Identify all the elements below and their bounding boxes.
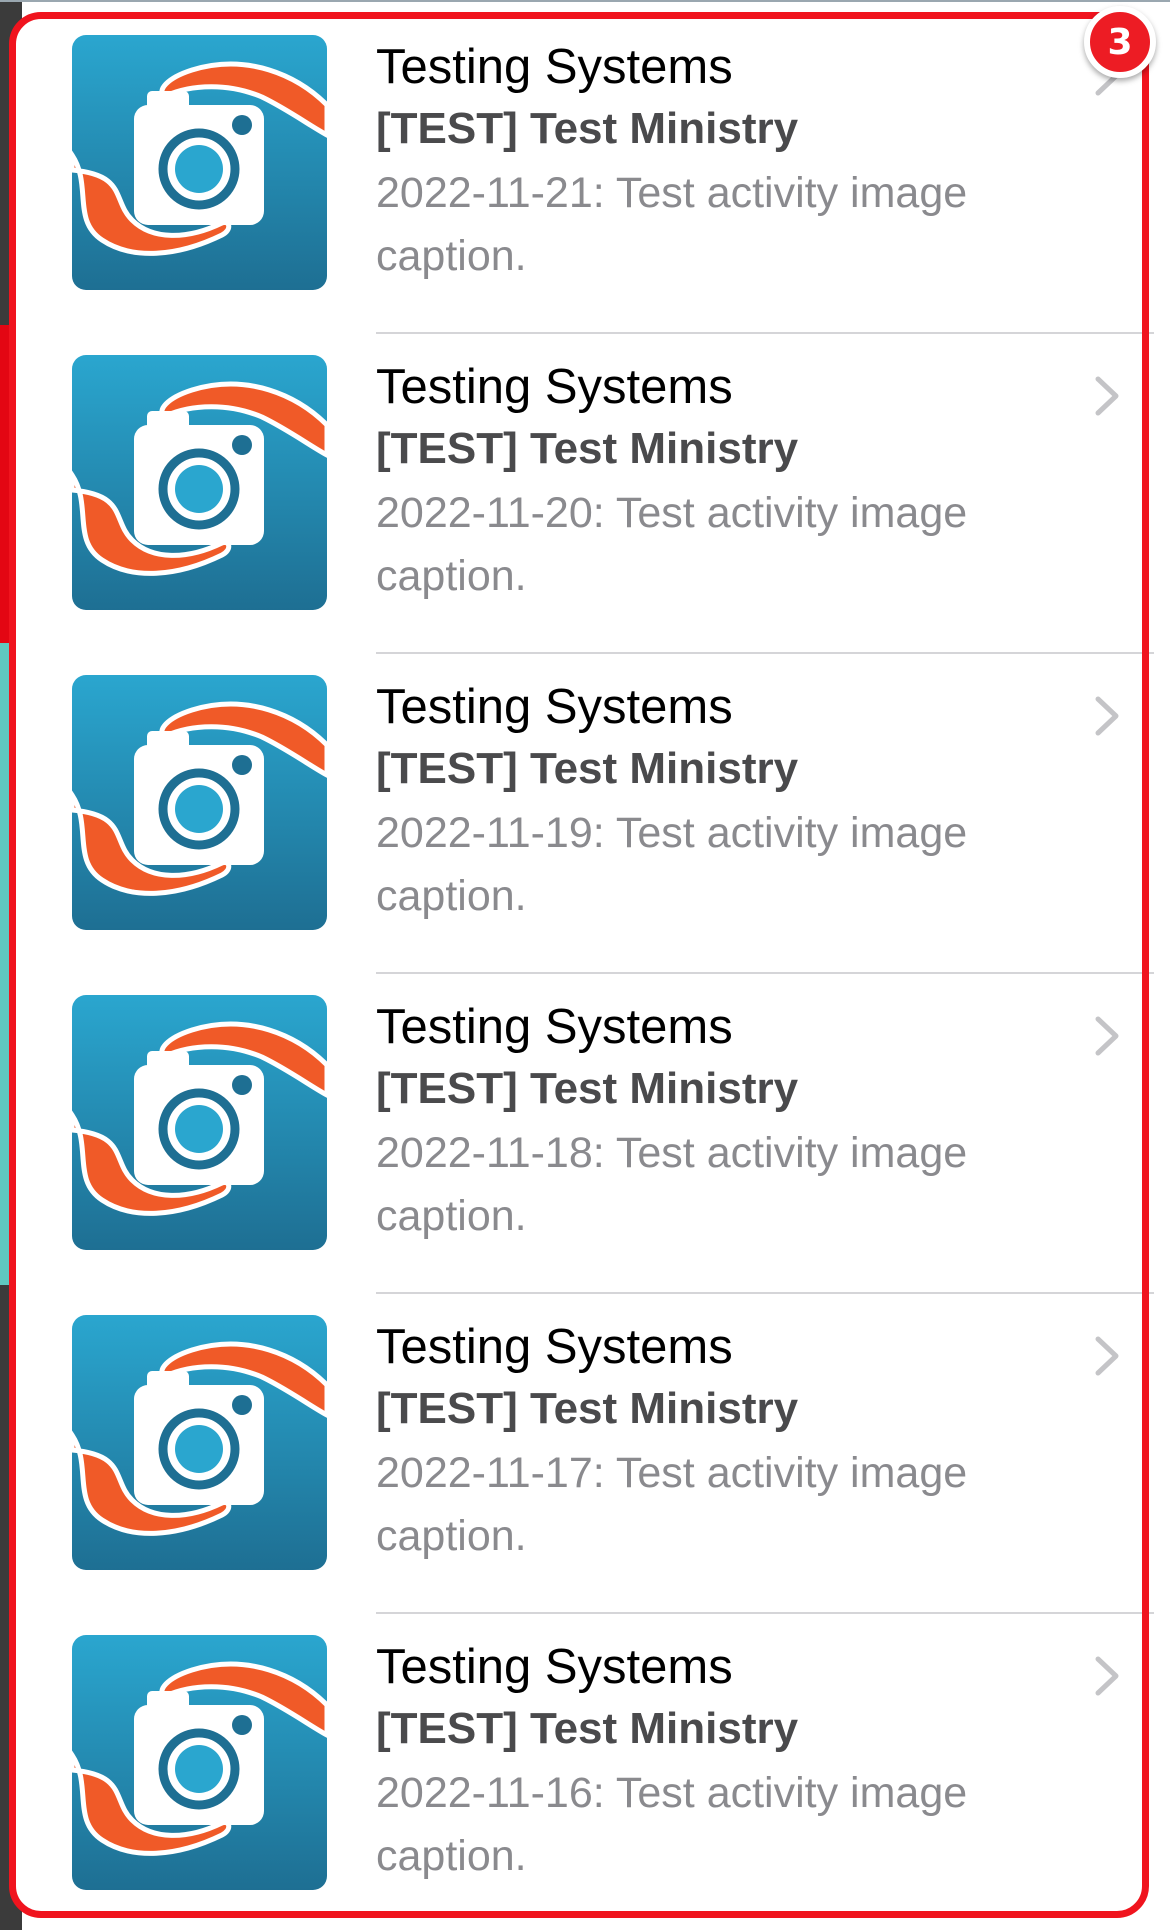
list-item-text: Testing Systems [TEST] Test Ministry 202…: [376, 1636, 1066, 1888]
list-item-text: Testing Systems [TEST] Test Ministry 202…: [376, 676, 1066, 928]
list-item-subtitle: [TEST] Test Ministry: [376, 1064, 799, 1113]
list-item-caption: 2022-11-16: Test activity image caption.: [376, 1769, 968, 1880]
activity-image-list: Testing Systems [TEST] Test Ministry 202…: [14, 14, 1154, 1920]
camera-tentacle-logo-icon: [72, 675, 327, 930]
list-item-subtitle: [TEST] Test Ministry: [376, 1704, 799, 1753]
top-divider: [0, 0, 1170, 2]
list-item-caption: 2022-11-20: Test activity image caption.: [376, 489, 968, 600]
list-item[interactable]: Testing Systems [TEST] Test Ministry 202…: [14, 14, 1154, 334]
list-item-text: Testing Systems [TEST] Test Ministry 202…: [376, 356, 1066, 608]
list-item-title: Testing Systems: [376, 40, 733, 94]
list-item[interactable]: Testing Systems [TEST] Test Ministry 202…: [14, 1614, 1154, 1920]
list-item[interactable]: Testing Systems [TEST] Test Ministry 202…: [14, 974, 1154, 1294]
list-item-caption: 2022-11-21: Test activity image caption.: [376, 169, 968, 280]
list-item-text: Testing Systems [TEST] Test Ministry 202…: [376, 1316, 1066, 1568]
list-item-caption: 2022-11-18: Test activity image caption.: [376, 1129, 968, 1240]
chevron-right-icon: [1092, 374, 1122, 418]
list-item-subtitle: [TEST] Test Ministry: [376, 744, 799, 793]
camera-tentacle-logo-icon: [72, 1315, 327, 1570]
list-item-subtitle: [TEST] Test Ministry: [376, 104, 799, 153]
list-item-text: Testing Systems [TEST] Test Ministry 202…: [376, 996, 1066, 1248]
list-item-caption: 2022-11-19: Test activity image caption.: [376, 809, 968, 920]
list-item-subtitle: [TEST] Test Ministry: [376, 424, 799, 473]
chevron-right-icon: [1092, 1334, 1122, 1378]
camera-tentacle-logo-icon: [72, 355, 327, 610]
camera-tentacle-logo-icon: [72, 1635, 327, 1890]
chevron-right-icon: [1092, 694, 1122, 738]
list-item[interactable]: Testing Systems [TEST] Test Ministry 202…: [14, 1294, 1154, 1614]
chevron-right-icon: [1092, 1014, 1122, 1058]
chevron-right-icon: [1092, 1654, 1122, 1698]
list-item[interactable]: Testing Systems [TEST] Test Ministry 202…: [14, 334, 1154, 654]
list-item-subtitle: [TEST] Test Ministry: [376, 1384, 799, 1433]
step-badge: 3: [1084, 6, 1156, 78]
list-item-text: Testing Systems [TEST] Test Ministry 202…: [376, 36, 1066, 288]
camera-tentacle-logo-icon: [72, 995, 327, 1250]
list-item-title: Testing Systems: [376, 1320, 733, 1374]
list-item-title: Testing Systems: [376, 1640, 733, 1694]
list-item-caption: 2022-11-17: Test activity image caption.: [376, 1449, 968, 1560]
list-item-title: Testing Systems: [376, 360, 733, 414]
list-item-title: Testing Systems: [376, 680, 733, 734]
list-item-title: Testing Systems: [376, 1000, 733, 1054]
list-item[interactable]: Testing Systems [TEST] Test Ministry 202…: [14, 654, 1154, 974]
camera-tentacle-logo-icon: [72, 35, 327, 290]
